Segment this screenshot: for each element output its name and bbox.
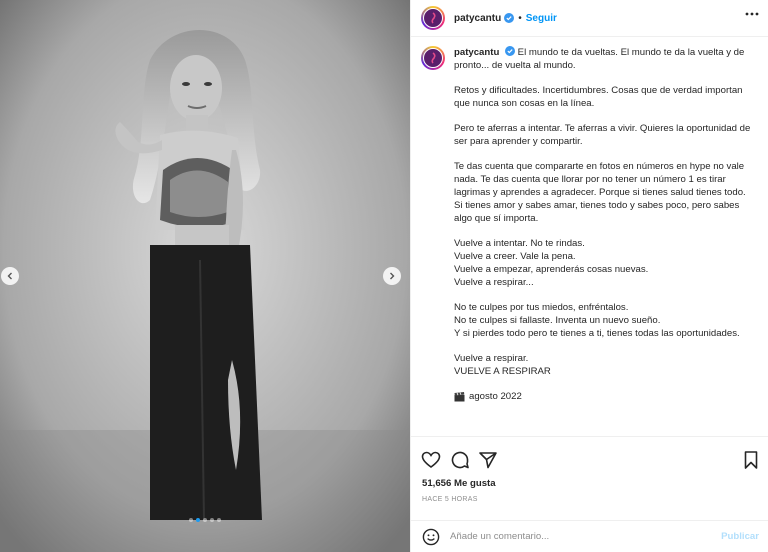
- caption-paragraph: No te culpes por tus miedos, enfréntalos…: [454, 302, 740, 339]
- caption-body: patycantu El mundo te da vueltas. El mun…: [454, 46, 754, 403]
- verified-badge-icon: [504, 13, 515, 23]
- caption-date-line: agosto 2022: [454, 390, 754, 403]
- comment-bubble-icon[interactable]: [450, 450, 470, 470]
- caption-paragraph: Retos y dificultades. Incertidumbres. Co…: [454, 85, 743, 109]
- header-separator: •: [518, 12, 522, 24]
- comment-input[interactable]: [450, 531, 700, 542]
- carousel-dot: [217, 518, 221, 522]
- caption-head: patycantu El mundo te da vueltas. El mun…: [454, 46, 754, 72]
- carousel-dot: [189, 518, 193, 522]
- caption-avatar[interactable]: [421, 46, 445, 70]
- publish-button[interactable]: Publicar: [721, 531, 759, 542]
- verified-badge-icon: [505, 46, 515, 56]
- caption-paragraph: Te das cuenta que compararte en fotos en…: [454, 161, 746, 224]
- caption-paragraph: Vuelve a intentar. No te rindas. Vuelve …: [454, 238, 649, 288]
- clapperboard-icon: [454, 391, 465, 401]
- carousel-indicator: [0, 518, 410, 522]
- caption-date: agosto 2022: [469, 391, 522, 402]
- more-dots-icon[interactable]: [745, 12, 759, 16]
- heart-icon[interactable]: [421, 450, 441, 470]
- chevron-right-icon: [390, 272, 395, 280]
- post-header: patycantu • Seguir: [411, 0, 768, 37]
- post-details-panel: patycantu • Seguir patycantu El mundo te…: [410, 0, 768, 552]
- carousel-prev-button[interactable]: [1, 267, 19, 285]
- caption-section: patycantu El mundo te da vueltas. El mun…: [411, 38, 768, 436]
- post-time[interactable]: HACE 5 HORAS: [422, 496, 478, 503]
- post-photo: [0, 0, 410, 552]
- chevron-left-icon: [7, 272, 12, 280]
- carousel-next-button[interactable]: [383, 267, 401, 285]
- carousel-dot: [196, 518, 200, 522]
- smiley-icon[interactable]: [422, 528, 440, 546]
- caption-row: patycantu El mundo te da vueltas. El mun…: [421, 46, 755, 403]
- likes-count[interactable]: 51,656 Me gusta: [422, 478, 496, 489]
- caption-paragraph: Vuelve a respirar. VUELVE A RESPIRAR: [454, 353, 551, 377]
- action-bar: [411, 436, 768, 480]
- carousel-dot: [203, 518, 207, 522]
- caption-paragraph: Pero te aferras a intentar. Te aferras a…: [454, 123, 751, 147]
- comment-form: Publicar: [411, 520, 768, 552]
- author-username[interactable]: patycantu: [454, 13, 501, 24]
- paper-plane-icon[interactable]: [478, 450, 498, 470]
- author-avatar[interactable]: [421, 6, 445, 30]
- follow-button[interactable]: Seguir: [526, 13, 557, 24]
- carousel-dot: [210, 518, 214, 522]
- caption-username[interactable]: patycantu: [454, 47, 499, 58]
- bookmark-icon[interactable]: [741, 450, 761, 470]
- post-media[interactable]: [0, 0, 410, 552]
